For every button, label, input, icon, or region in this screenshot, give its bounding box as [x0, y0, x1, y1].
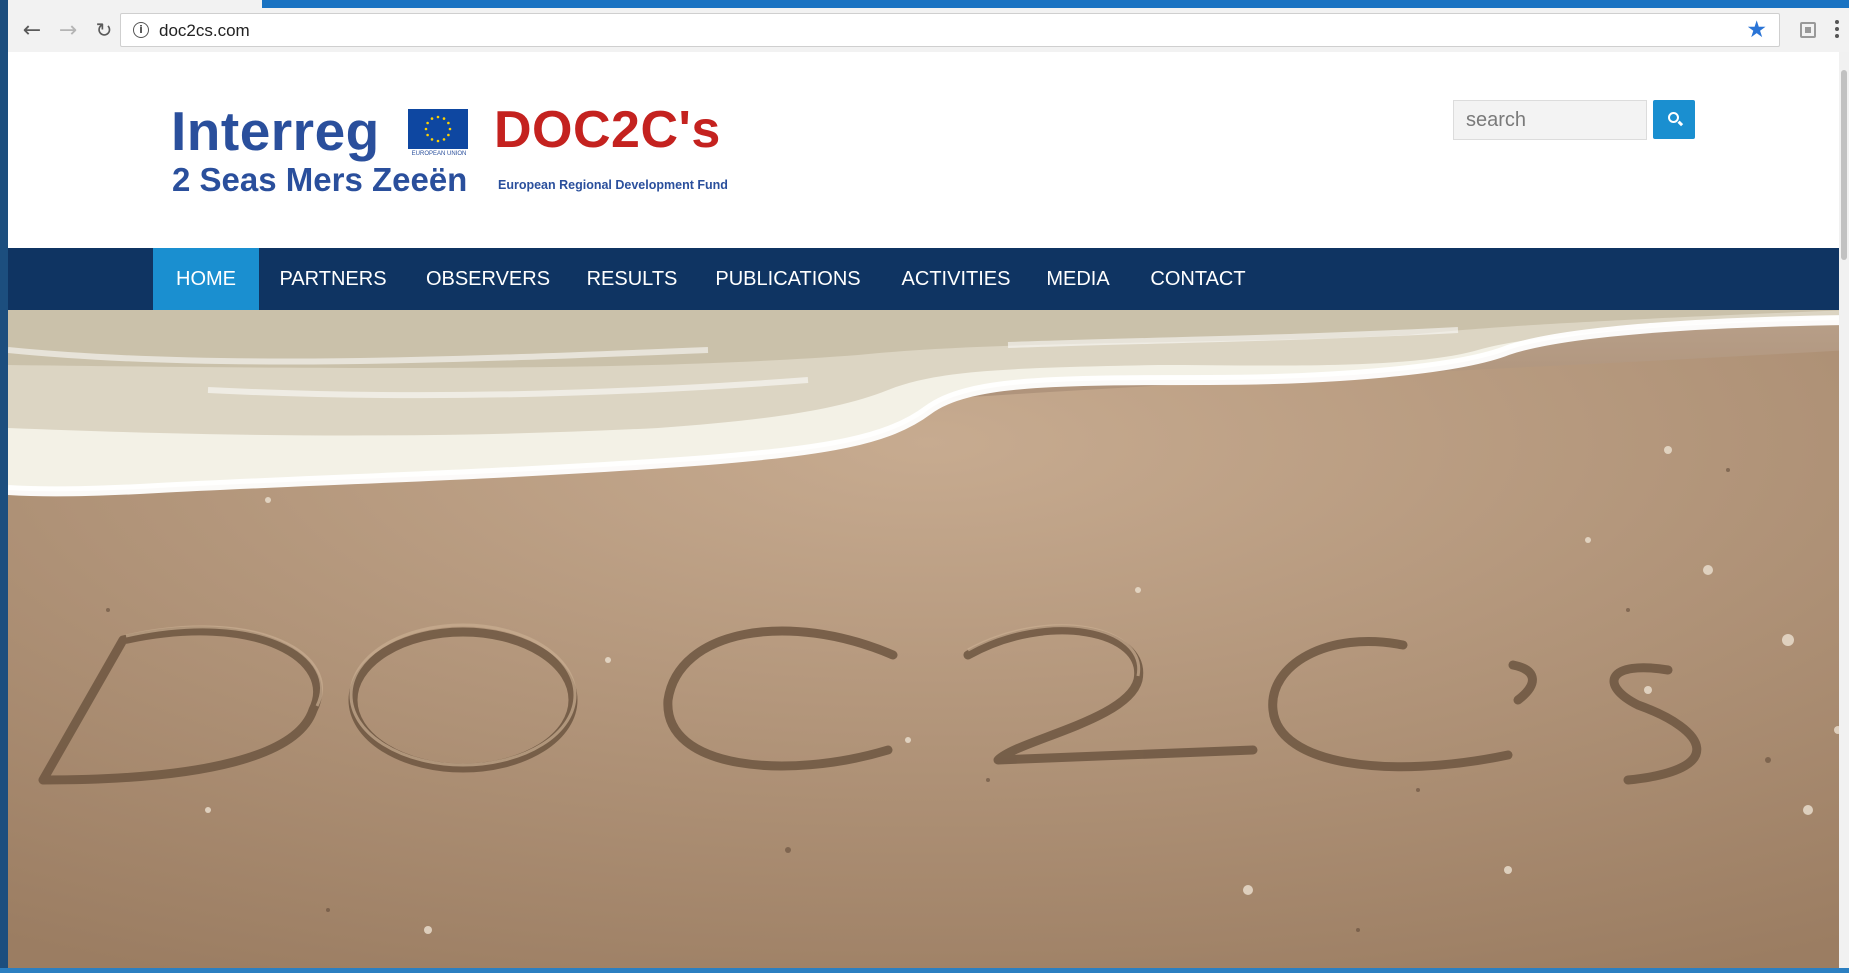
- nav-item-publications[interactable]: PUBLICATIONS: [708, 248, 868, 310]
- page-scrollbar[interactable]: [1839, 52, 1849, 973]
- nav-item-contact[interactable]: CONTACT: [1140, 248, 1256, 310]
- fund-caption-text: European Regional Development Fund: [498, 178, 728, 192]
- site-header: Interreg 2 Seas Mers Zeeën EUROPEAN UNIO…: [8, 52, 1849, 248]
- browser-menu-icon[interactable]: [1834, 20, 1840, 42]
- forward-arrow-icon[interactable]: →: [56, 18, 80, 43]
- beach-photo: [8, 310, 1849, 973]
- window-bottom-edge: [0, 968, 1849, 973]
- nav-item-media[interactable]: MEDIA: [1040, 248, 1116, 310]
- nav-item-observers[interactable]: OBSERVERS: [418, 248, 558, 310]
- project-logo-text[interactable]: DOC2C's: [494, 104, 721, 156]
- back-arrow-icon[interactable]: ←: [20, 18, 44, 43]
- info-icon[interactable]: i: [133, 22, 149, 38]
- main-navigation: HOME PARTNERS OBSERVERS RESULTS PUBLICAT…: [8, 248, 1849, 310]
- search-input[interactable]: [1453, 100, 1647, 140]
- hero-banner-image: [8, 310, 1849, 973]
- reload-icon[interactable]: ↻: [92, 18, 116, 42]
- browser-window: ← → ↻ i doc2cs.com ★ Interreg 2 Seas Mer…: [8, 0, 1849, 973]
- bookmark-star-icon[interactable]: ★: [1746, 17, 1767, 43]
- address-bar[interactable]: i doc2cs.com ★: [120, 13, 1780, 47]
- nav-item-activities[interactable]: ACTIVITIES: [890, 248, 1022, 310]
- search-button[interactable]: [1653, 100, 1695, 139]
- active-tab[interactable]: [8, 0, 262, 8]
- nav-item-results[interactable]: RESULTS: [580, 248, 684, 310]
- nav-item-partners[interactable]: PARTNERS: [270, 248, 396, 310]
- scrollbar-thumb[interactable]: [1841, 70, 1847, 260]
- interreg-logo-text[interactable]: Interreg: [171, 104, 380, 159]
- nav-item-home[interactable]: HOME: [153, 248, 259, 310]
- extension-icon[interactable]: [1800, 22, 1816, 38]
- eu-flag-icon: [408, 109, 468, 149]
- tab-strip: [8, 0, 1849, 8]
- search-icon: [1668, 112, 1679, 123]
- eu-caption: EUROPEAN UNION: [411, 151, 467, 157]
- interreg-programme-subtitle[interactable]: 2 Seas Mers Zeeën: [172, 163, 467, 196]
- browser-toolbar: ← → ↻ i doc2cs.com ★: [8, 8, 1849, 53]
- url-text[interactable]: doc2cs.com: [159, 21, 250, 41]
